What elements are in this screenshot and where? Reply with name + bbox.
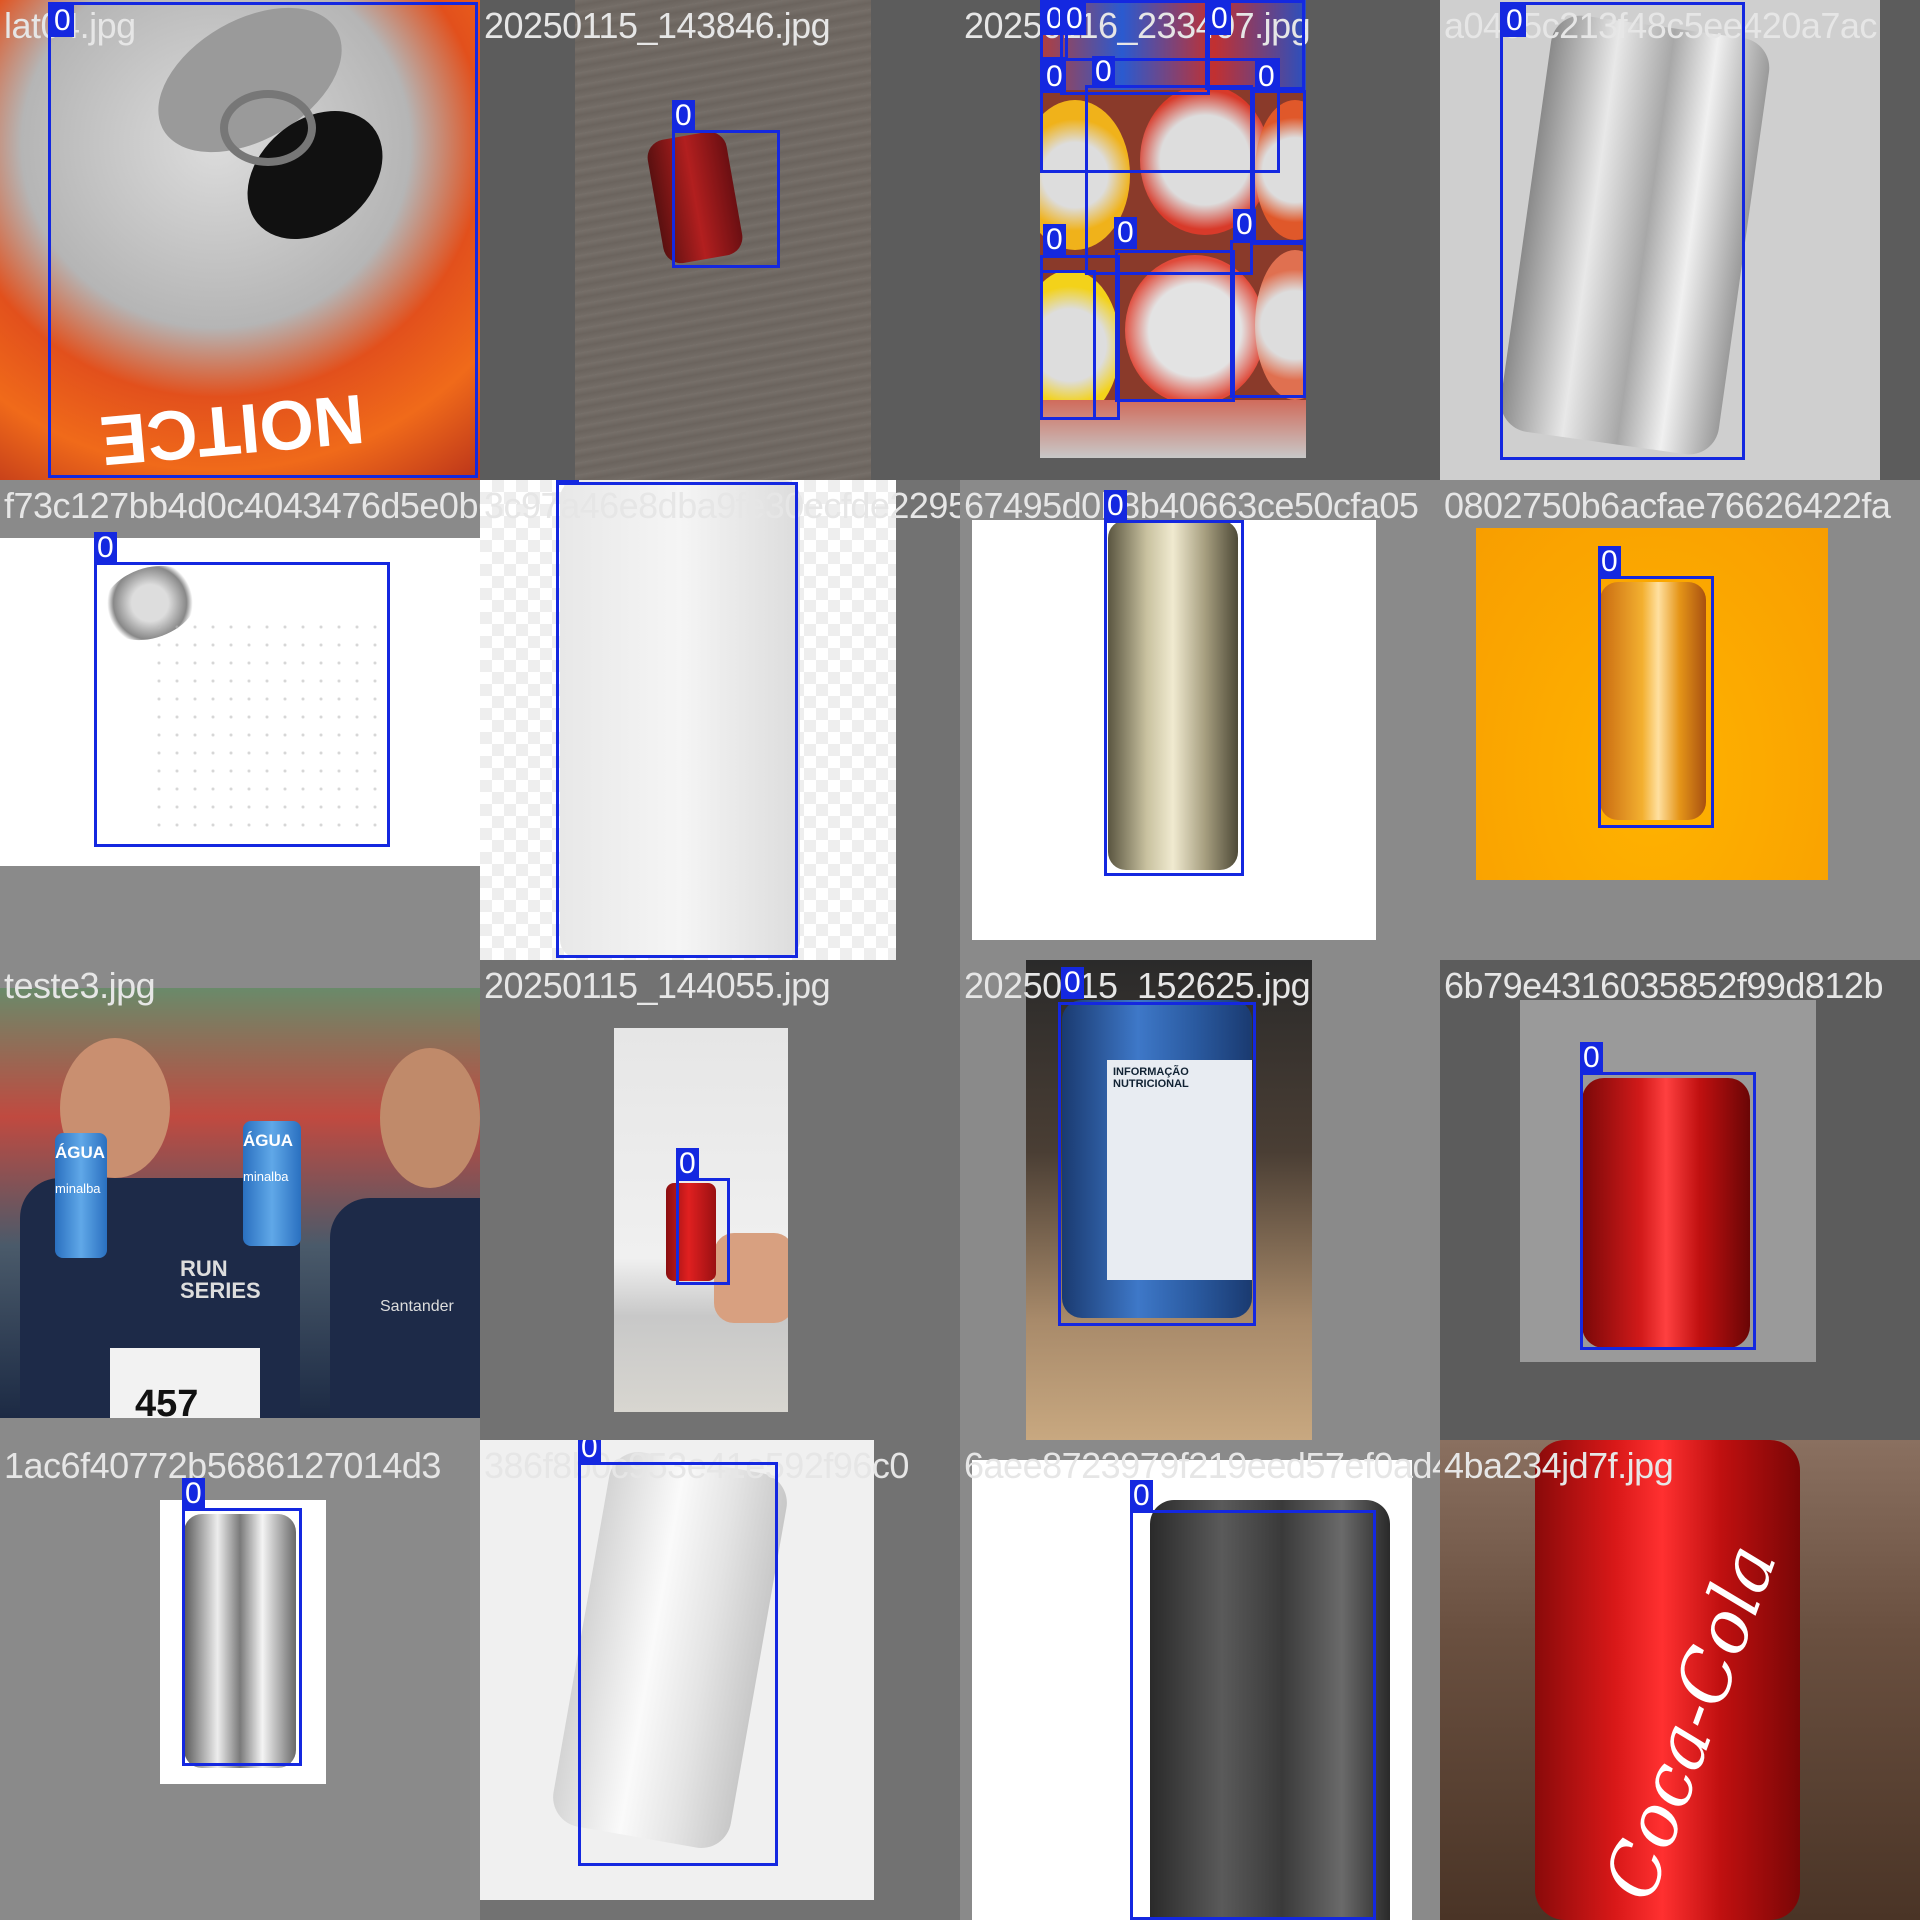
race-bib: 457 xyxy=(135,1383,199,1418)
sponsor-text: Santander xyxy=(380,1298,454,1315)
filename-label: f73c127bb4d0c4043476d5e0b6 xyxy=(4,485,480,526)
grid-tile-1[interactable]: NOITCE lat04.jpg 0 xyxy=(0,0,480,480)
class-label: 0 xyxy=(1061,967,1084,999)
bounding-box[interactable]: 0 xyxy=(578,1440,778,1866)
grid-tile-10[interactable]: 20250115_144055.jpg 0 xyxy=(480,960,960,1440)
filename-label: 4ba234jd7f.jpg xyxy=(1444,1445,1674,1486)
grid-tile-3[interactable]: 20250116_233407.jpg 0 0 0 0 0 0 0 0 0 0 xyxy=(960,0,1440,480)
filename-label: 20250115_144055.jpg xyxy=(484,965,831,1006)
grid-tile-12[interactable]: 6b79e4316035852f99d812b 0 xyxy=(1440,960,1920,1440)
grid-tile-16[interactable]: Coca-Cola 4ba234jd7f.jpg xyxy=(1440,1440,1920,1920)
shirt-text: RUN SERIES xyxy=(180,1256,261,1303)
grid-tile-13[interactable]: 1ac6f40772b5686127014d3 0 xyxy=(0,1440,480,1920)
filename-label: 20250115_152625.jpg xyxy=(964,965,1311,1006)
bounding-box[interactable]: 0 xyxy=(1252,61,1306,245)
class-label: 0 xyxy=(672,100,695,132)
bounding-box[interactable]: 0 xyxy=(1040,270,1096,420)
class-label: 0 xyxy=(1503,5,1526,37)
grid-tile-9[interactable]: ÁGUA minalba ÁGUA minalba RUN SERIES San… xyxy=(0,960,480,1440)
grid-tile-5[interactable]: f73c127bb4d0c4043476d5e0b6 0 xyxy=(0,480,480,960)
photo-coca-cola-can: Coca-Cola xyxy=(1440,1440,1920,1920)
bounding-box[interactable]: 0 xyxy=(1130,1480,1376,1920)
class-label: 0 xyxy=(1580,1042,1603,1074)
filename-label: 6b79e4316035852f99d812b xyxy=(1444,965,1883,1006)
grid-tile-8[interactable]: 0802750b6acfae76626422fa 0 xyxy=(1440,480,1920,960)
class-label: 0 xyxy=(676,1148,699,1180)
bounding-box[interactable]: 0 xyxy=(1230,209,1306,398)
bounding-box[interactable]: 0 xyxy=(1598,546,1714,828)
class-label: 0 xyxy=(94,532,117,564)
grid-tile-2[interactable]: 20250115_143846.jpg 0 xyxy=(480,0,960,480)
grid-tile-11[interactable]: INFORMAÇÃO NUTRICIONAL 20250115_152625.j… xyxy=(960,960,1440,1440)
filename-label: 20250115_143846.jpg xyxy=(484,5,831,46)
grid-tile-4[interactable]: a0405c213f48c5ee420a7ac 0 xyxy=(1440,0,1920,480)
grid-tile-14[interactable]: 386f8b0c953e41e592f96c0 0 xyxy=(480,1440,960,1920)
bounding-box[interactable]: 0 xyxy=(1580,1042,1756,1350)
filename-label: 0802750b6acfae76626422fa xyxy=(1444,485,1891,526)
class-label: 0 xyxy=(578,1440,601,1464)
class-label: 0 xyxy=(1598,546,1621,578)
bounding-box[interactable]: 0 xyxy=(1500,2,1745,460)
bounding-box[interactable]: 0 xyxy=(94,532,390,847)
can-brand-minalba: minalba xyxy=(55,1181,101,1196)
bounding-box[interactable]: 0 xyxy=(556,480,798,958)
can-text-agua: ÁGUA xyxy=(55,1143,106,1162)
bounding-box[interactable]: 0 xyxy=(1058,967,1256,1326)
grid-tile-15[interactable]: 6aee8723979f219eed57ef0ad4 0 xyxy=(960,1440,1440,1920)
filename-label: teste3.jpg xyxy=(4,965,156,1006)
filename-label: 6aee8723979f219eed57ef0ad4 xyxy=(964,1445,1440,1486)
bounding-box[interactable]: 0 xyxy=(1104,490,1244,876)
class-label: 0 xyxy=(1130,1480,1153,1512)
coca-cola-logo: Coca-Cola xyxy=(1587,1533,1794,1911)
bounding-box[interactable]: 0 xyxy=(48,2,478,478)
bounding-box[interactable]: 0 xyxy=(1085,56,1253,275)
class-label: 0 xyxy=(182,1478,205,1510)
bounding-box[interactable]: 0 xyxy=(1114,217,1235,402)
class-label: 0 xyxy=(1104,490,1127,522)
bounding-box[interactable]: 0 xyxy=(672,100,780,268)
grid-tile-7[interactable]: 67495d0b8b40663ce50cfa05 0 xyxy=(960,480,1440,960)
filename-label: 1ac6f40772b5686127014d3 xyxy=(4,1445,441,1486)
grid-tile-6[interactable]: 3c97a46e8dba9fe30ecfde2295 0 xyxy=(480,480,960,960)
bounding-box[interactable]: 0 xyxy=(182,1478,302,1766)
class-label: 0 xyxy=(51,5,74,37)
class-label: 0 xyxy=(556,480,579,484)
bounding-box[interactable]: 0 xyxy=(676,1148,730,1285)
photo-runners-with-cans: ÁGUA minalba ÁGUA minalba RUN SERIES San… xyxy=(0,988,480,1418)
